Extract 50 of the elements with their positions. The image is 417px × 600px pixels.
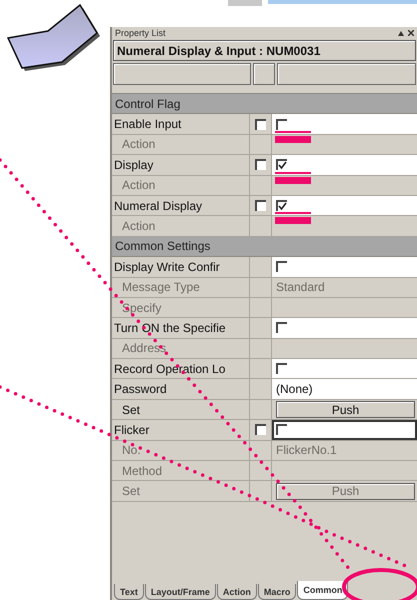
property-name: Display Write Confir	[112, 257, 250, 277]
checkbox[interactable]	[276, 200, 287, 212]
property-name: Password	[112, 379, 250, 399]
column-header	[253, 63, 275, 85]
checkbox[interactable]	[276, 159, 287, 170]
property-name: Message Type	[112, 278, 250, 297]
value-text: FlickerNo.1	[275, 443, 337, 458]
value-field[interactable]	[272, 114, 417, 134]
property-name: Action	[112, 176, 250, 195]
section-header: Control Flag	[112, 94, 417, 114]
property-name: Flicker	[112, 420, 250, 440]
property-name: No.	[112, 440, 250, 460]
checkbox[interactable]	[255, 200, 266, 212]
tab[interactable]: Common	[297, 581, 348, 600]
close-icon[interactable]	[408, 30, 414, 36]
tab[interactable]: Layout/Frame	[144, 584, 216, 600]
property-name: Action	[112, 134, 250, 154]
value-field[interactable]	[272, 257, 417, 277]
window-edge	[228, 0, 262, 6]
property-name: Numeral Display	[112, 196, 250, 216]
property-name: Address	[112, 338, 250, 358]
checkbox[interactable]	[276, 118, 287, 130]
checkbox[interactable]	[255, 159, 266, 170]
property-name: Record Operation Lo	[112, 359, 250, 378]
property-name: Method	[112, 461, 250, 480]
section-header: Common Settings	[112, 236, 417, 258]
value-field[interactable]	[272, 318, 417, 338]
property-name: Display	[112, 155, 250, 175]
property-name: Enable Input	[112, 114, 250, 134]
value-field[interactable]	[272, 359, 417, 378]
property-name: Action	[112, 216, 250, 236]
checkbox[interactable]	[276, 424, 287, 436]
checkbox[interactable]	[255, 424, 266, 436]
panel-title: Property List	[115, 28, 166, 38]
checkbox[interactable]	[255, 118, 266, 130]
property-name: Set	[112, 481, 250, 501]
value-text: (None)	[275, 382, 313, 396]
object-name: Numeral Display & Input : NUM0031	[113, 40, 416, 61]
tab[interactable]: Text	[114, 584, 144, 600]
value-field[interactable]	[272, 420, 417, 440]
tab[interactable]: Macro	[258, 584, 296, 600]
property-name: Specify	[112, 298, 250, 318]
property-name: Set	[112, 400, 250, 420]
value-field[interactable]	[272, 155, 417, 175]
property-name: Turn ON the Specifie	[112, 318, 250, 338]
push-button[interactable]: Push	[276, 401, 415, 418]
value-text: Standard	[275, 280, 325, 294]
pin-icon[interactable]	[398, 30, 404, 36]
value-field[interactable]	[272, 196, 417, 216]
tab[interactable]: Action	[216, 584, 257, 600]
